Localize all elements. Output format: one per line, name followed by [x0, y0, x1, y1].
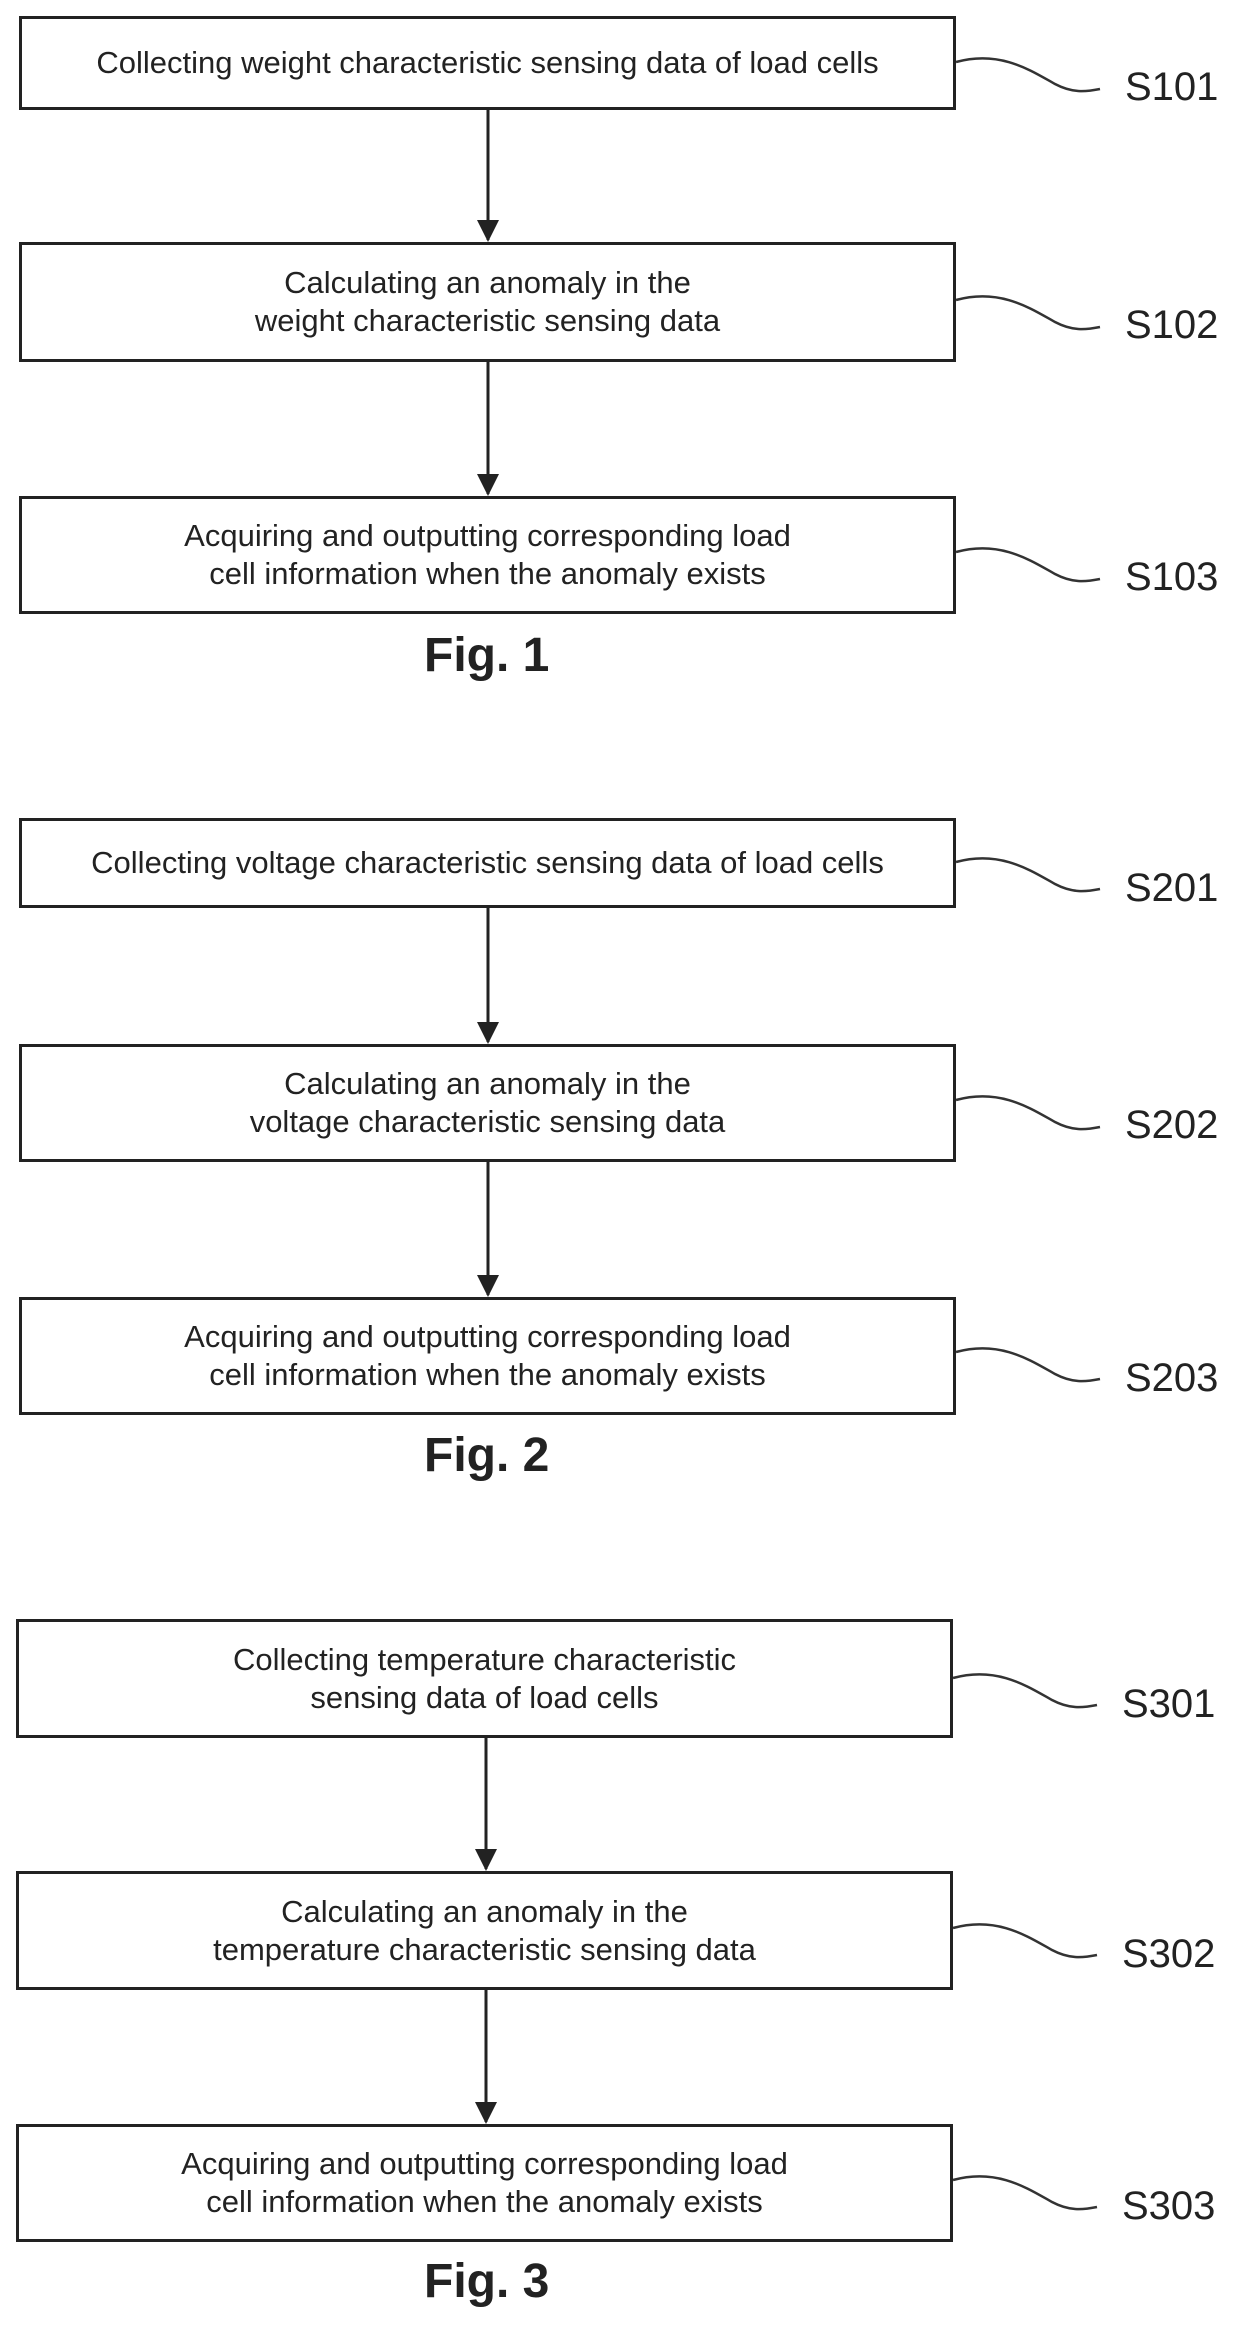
step-text: Calculating an anomaly in the weight cha… — [254, 265, 721, 338]
step-box-s303: Acquiring and outputting corresponding l… — [16, 2124, 953, 2242]
step-text: Collecting voltage characteristic sensin… — [91, 845, 884, 880]
step-text: Collecting temperature characteristic se… — [232, 1641, 737, 1715]
step-label-s303: S303 — [1122, 2184, 1216, 2228]
step-text: Acquiring and outputting corresponding l… — [184, 1319, 791, 1392]
step-box-s202: Calculating an anomaly in the voltage ch… — [19, 1044, 956, 1162]
step-box-s103: Acquiring and outputting corresponding l… — [19, 496, 956, 614]
step-label-s102: S102 — [1125, 303, 1219, 347]
step-box-s203: Acquiring and outputting corresponding l… — [19, 1297, 956, 1415]
leader-line-s303 — [952, 2175, 1098, 2211]
leader-line-s201 — [955, 857, 1101, 893]
step-label-s201: S201 — [1125, 866, 1219, 910]
figure-caption: Fig. 1 — [424, 629, 550, 682]
step-box-s301: Collecting temperature characteristic se… — [16, 1619, 953, 1738]
leader-line-s101 — [955, 57, 1101, 93]
arrowhead-icon — [477, 474, 499, 496]
leader-line-s103 — [955, 547, 1101, 583]
leader-line-s102 — [955, 295, 1101, 331]
figure-caption: Fig. 2 — [424, 1429, 550, 1482]
step-label-s101: S101 — [1125, 65, 1219, 109]
step-text: Calculating an anomaly in the temperatur… — [213, 1893, 756, 1967]
step-text: Acquiring and outputting corresponding l… — [181, 2146, 788, 2219]
step-label-s103: S103 — [1125, 555, 1219, 599]
step-box-s102: Calculating an anomaly in the weight cha… — [19, 242, 956, 362]
leader-line-s202 — [955, 1095, 1101, 1131]
step-label-s302: S302 — [1122, 1932, 1216, 1976]
arrowhead-icon — [477, 1022, 499, 1044]
arrowhead-icon — [475, 1849, 497, 1871]
step-box-s201: Collecting voltage characteristic sensin… — [19, 818, 956, 908]
step-text: Collecting weight characteristic sensing… — [96, 45, 879, 80]
step-label-s301: S301 — [1122, 1682, 1216, 1726]
step-label-s203: S203 — [1125, 1356, 1219, 1400]
arrowhead-icon — [477, 1275, 499, 1297]
leader-line-s302 — [952, 1923, 1098, 1959]
arrowhead-icon — [475, 2102, 497, 2124]
step-box-s101: Collecting weight characteristic sensing… — [19, 16, 956, 110]
step-label-s202: S202 — [1125, 1103, 1219, 1147]
step-box-s302: Calculating an anomaly in the temperatur… — [16, 1871, 953, 1990]
arrowhead-icon — [477, 220, 499, 242]
figure-caption: Fig. 3 — [424, 2255, 550, 2308]
leader-line-s203 — [955, 1347, 1101, 1383]
leader-line-s301 — [952, 1673, 1098, 1709]
step-text: Acquiring and outputting corresponding l… — [184, 518, 791, 591]
step-text: Calculating an anomaly in the voltage ch… — [249, 1066, 726, 1139]
